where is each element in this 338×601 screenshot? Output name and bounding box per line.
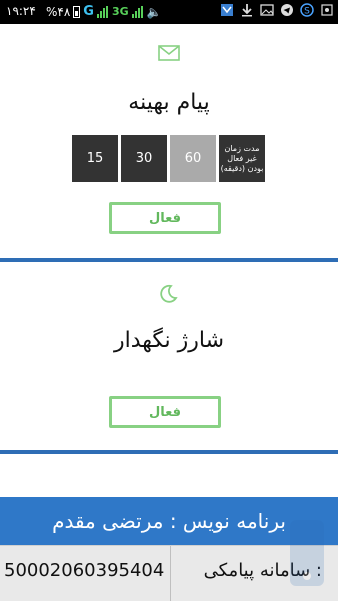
- signal-3g-icon: [131, 5, 144, 18]
- smart-sms-activate-button[interactable]: فعال: [109, 202, 221, 234]
- watermark-logo-icon: [290, 520, 324, 586]
- network-3g-label: 3G: [111, 5, 129, 18]
- time-option-60[interactable]: 60: [170, 135, 216, 182]
- volume-icon: 🔈: [146, 4, 162, 19]
- notification-icons: S: [220, 3, 334, 17]
- vpn-shield-icon: [221, 4, 233, 16]
- section-divider: [0, 258, 338, 262]
- status-time: ۱۹:۲۴: [6, 4, 36, 18]
- battery-icon: [73, 5, 81, 18]
- svg-text:S: S: [304, 7, 310, 17]
- signal-icon: [96, 5, 109, 18]
- telegram-icon: [281, 4, 293, 16]
- battery-saver-title: شارژ نگهدار: [113, 328, 225, 353]
- status-indicators: %۴۸ G 3G 🔈: [46, 4, 162, 19]
- network-g-label: G: [83, 4, 94, 19]
- moon-icon: [160, 284, 178, 303]
- time-option-30[interactable]: 30: [121, 135, 167, 182]
- smart-sms-title: پیام بهینه: [128, 90, 210, 115]
- skype-icon: S: [300, 3, 314, 17]
- image-icon: [260, 4, 274, 16]
- section-divider-2: [0, 450, 338, 454]
- status-bar: ۱۹:۲۴ %۴۸ G 3G 🔈 S: [0, 0, 338, 24]
- settings-icon: [321, 4, 333, 16]
- inactive-duration-label: مدت زمان غیر فعال بودن (دقیقه): [219, 135, 265, 182]
- download-icon: [242, 4, 252, 17]
- time-option-15[interactable]: 15: [72, 135, 118, 182]
- envelope-icon: [158, 45, 180, 61]
- smart-sms-section: پیام بهینه 15 30 60 مدت زمان غیر فعال بو…: [0, 24, 338, 258]
- sms-system-number[interactable]: 50002060395404: [4, 560, 164, 581]
- battery-saver-activate-button[interactable]: فعال: [109, 396, 221, 428]
- footer-separator: [170, 546, 171, 601]
- battery-percent: %۴۸: [46, 4, 71, 19]
